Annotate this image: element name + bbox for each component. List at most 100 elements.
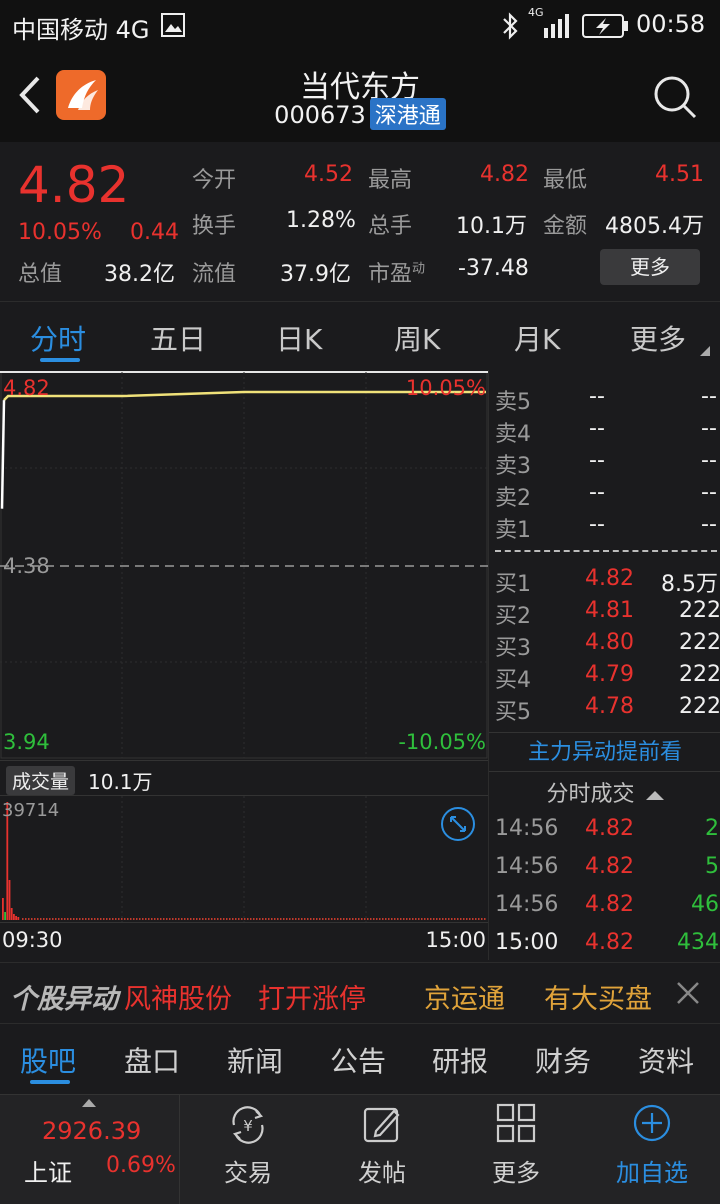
change-value: 0.44 xyxy=(130,220,179,245)
nav-add-watchlist-label: 加自选 xyxy=(616,1159,688,1187)
volume-bar xyxy=(352,918,354,920)
volume-bar xyxy=(376,918,378,920)
tab-more[interactable]: 更多 xyxy=(630,318,686,358)
nav-more-label: 更多 xyxy=(492,1159,540,1187)
volume-bar xyxy=(355,918,357,920)
sell-row-1: 卖1 -- -- xyxy=(495,512,719,544)
trades-title[interactable]: 分时成交 xyxy=(489,776,720,808)
volume-bar xyxy=(346,918,348,920)
nav-add-watchlist[interactable]: 加自选 xyxy=(602,1095,702,1204)
volume-bar xyxy=(169,918,171,920)
tab-5day[interactable]: 五日 xyxy=(150,318,206,358)
volume-chart[interactable]: 成交量 10.1万 39714 09:30 15:00 xyxy=(0,760,488,960)
trade-vol: 2 xyxy=(705,816,719,841)
open-label: 今开 xyxy=(192,168,237,193)
volume-bar xyxy=(403,918,405,920)
volume-bar xyxy=(460,918,462,920)
volume-bar xyxy=(97,918,99,920)
tab-handicap[interactable]: 盘口 xyxy=(124,1040,180,1080)
tab-forum[interactable]: 股吧 xyxy=(20,1040,76,1080)
tab-news[interactable]: 新闻 xyxy=(227,1040,283,1080)
tab-profile[interactable]: 资料 xyxy=(638,1040,694,1080)
volume-bar xyxy=(400,918,402,920)
volume-bar xyxy=(181,918,183,920)
sell-label: 卖3 xyxy=(495,454,531,479)
expand-icon[interactable] xyxy=(440,806,476,842)
volume-bar xyxy=(319,918,321,920)
sell-price: -- xyxy=(589,448,605,473)
buy-price: 4.80 xyxy=(585,630,634,655)
volume-bar xyxy=(388,918,390,920)
volume-bar xyxy=(8,880,11,920)
volume-bar xyxy=(175,918,177,920)
close-icon[interactable] xyxy=(676,981,700,1005)
pe-value: -37.48 xyxy=(458,256,529,281)
volume-bars-svg xyxy=(2,796,486,922)
volume-bar xyxy=(88,918,90,920)
tab-announcements[interactable]: 公告 xyxy=(330,1040,386,1080)
volume-bar xyxy=(70,918,72,920)
volume-bar xyxy=(46,918,48,920)
tab-finance[interactable]: 财务 xyxy=(535,1040,591,1080)
trade-vol: 46 xyxy=(691,892,719,917)
tab-daily-k[interactable]: 日K xyxy=(276,318,322,358)
search-icon[interactable] xyxy=(652,74,698,120)
volume-bar xyxy=(325,918,327,920)
index-up-arrow-icon xyxy=(82,1099,96,1107)
nav-trade[interactable]: ¥ 交易 xyxy=(200,1095,296,1204)
ticker-stock-1[interactable]: 风神股份 xyxy=(124,977,232,1016)
volume-bar xyxy=(295,918,297,920)
sell-row-2: 卖2 -- -- xyxy=(495,480,719,512)
volume-bar xyxy=(466,918,468,920)
bluetooth-icon xyxy=(503,12,518,40)
more-button[interactable]: 更多 xyxy=(600,249,700,285)
volume-bar xyxy=(67,918,69,920)
total-value: 38.2亿 xyxy=(104,262,175,287)
volume-bar xyxy=(370,918,372,920)
promo-link[interactable]: 主力异动提前看 xyxy=(489,732,720,772)
nav-post[interactable]: 发帖 xyxy=(334,1095,430,1204)
ticker-event-1[interactable]: 打开涨停 xyxy=(258,977,366,1016)
volume-bar xyxy=(4,912,6,920)
volume-bar xyxy=(73,918,75,920)
index-widget[interactable]: 2926.39 上证 0.69% xyxy=(0,1095,180,1204)
trade-vol: 434 xyxy=(677,930,719,955)
volume-bar xyxy=(334,918,336,920)
volume-bar xyxy=(124,918,126,920)
volume-bar xyxy=(142,918,144,920)
trade-time: 15:00 xyxy=(495,930,559,955)
ticker-event-2[interactable]: 有大买盘 xyxy=(544,977,652,1016)
volume-bar xyxy=(37,918,39,920)
volume-bar xyxy=(40,918,42,920)
change-pct: 10.05% xyxy=(18,220,102,245)
volume-bar xyxy=(304,918,306,920)
volume-bar xyxy=(349,918,351,920)
nav-more[interactable]: 更多 xyxy=(468,1095,564,1204)
volume-bar xyxy=(358,918,360,920)
trades-title-text: 分时成交 xyxy=(546,782,635,807)
volume-bar xyxy=(163,918,165,920)
alert-ticker[interactable]: 个股异动 风神股份 打开涨停 京运通 有大买盘 xyxy=(0,962,720,1024)
time-end: 15:00 xyxy=(425,928,486,952)
tab-weekly-k[interactable]: 周K xyxy=(394,318,440,358)
ticker-stock-2[interactable]: 京运通 xyxy=(424,977,505,1016)
buy-vol: 8.5万 xyxy=(661,572,718,597)
buy-label: 买4 xyxy=(495,668,531,693)
tab-intraday[interactable]: 分时 xyxy=(30,318,86,358)
sell-vol: -- xyxy=(701,480,717,505)
float-value-label: 流值 xyxy=(192,262,237,287)
buy-label: 买2 xyxy=(495,604,531,629)
volume-bar xyxy=(412,918,414,920)
volume-bar xyxy=(373,918,375,920)
volume-bar xyxy=(310,918,312,920)
tab-monthly-k[interactable]: 月K xyxy=(514,318,560,358)
tab-research[interactable]: 研报 xyxy=(432,1040,488,1080)
chart-tabs: 分时 五日 日K 周K 月K 更多 xyxy=(0,302,720,368)
subtab-underline xyxy=(30,1080,70,1084)
volume-bar xyxy=(406,918,408,920)
intraday-chart[interactable]: 4.82 10.05% 4.38 3.94 -10.05% xyxy=(0,370,488,760)
volume-bar xyxy=(178,918,180,920)
buy-price: 4.78 xyxy=(585,694,634,719)
volume-label: 成交量 xyxy=(6,766,76,795)
volume-total: 10.1万 xyxy=(88,770,153,794)
